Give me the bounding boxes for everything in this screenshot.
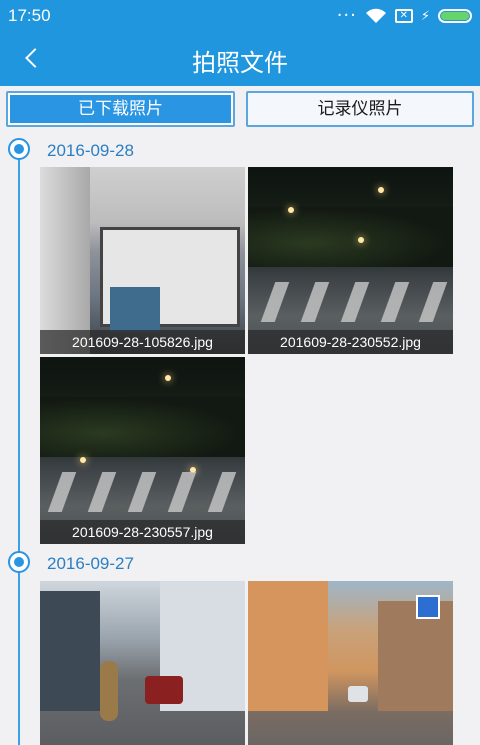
group-date: 2016-09-28: [47, 141, 134, 160]
photo-filename: 201609-28-105826.jpg: [40, 330, 245, 354]
photo-content: [165, 375, 171, 381]
charging-icon: ⚡: [420, 8, 430, 24]
photo-content: [40, 397, 245, 457]
photo-content: [248, 207, 453, 267]
dots-icon: ···: [336, 5, 357, 26]
photo-content: [380, 282, 410, 322]
timeline-marker-icon: [8, 551, 30, 573]
photo-content: [300, 282, 330, 322]
tab-recorder-photos[interactable]: 记录仪照片: [246, 91, 474, 127]
photo-content: [358, 237, 364, 243]
photo-content: [145, 676, 183, 704]
crosswalk-sign-icon: [416, 595, 440, 619]
title-bar: 拍照文件: [0, 32, 480, 86]
sim-icon: ✕: [394, 9, 413, 23]
photo-content: [100, 661, 118, 721]
photo-content: [167, 472, 197, 512]
photo-thumbnail[interactable]: 201609-28-230557.jpg: [40, 357, 245, 544]
photo-content: [340, 282, 370, 322]
tab-downloaded-photos[interactable]: 已下载照片: [6, 91, 235, 127]
photo-thumbnail[interactable]: 201609-28-105826.jpg: [40, 167, 245, 354]
photo-content: [127, 472, 157, 512]
photo-content: [288, 207, 294, 213]
timeline-marker-icon: [8, 138, 30, 160]
photo-content: [248, 581, 328, 711]
photo-content: [260, 282, 290, 322]
photo-content: [47, 472, 77, 512]
page-title: 拍照文件: [192, 49, 288, 77]
photo-content: [80, 457, 86, 463]
status-icons: ··· ✕ ⚡: [336, 5, 472, 26]
photo-filename: 201609-28-230557.jpg: [40, 520, 245, 544]
photo-thumbnail[interactable]: 201609-28-230552.jpg: [248, 167, 453, 354]
timeline-line: [18, 150, 20, 745]
photo-content: [378, 187, 384, 193]
photo-content: [87, 472, 117, 512]
battery-icon: [438, 9, 472, 23]
photo-content: [110, 287, 160, 332]
photo-content: [40, 167, 90, 354]
status-time: 17:50: [8, 6, 51, 25]
photo-content: [207, 472, 237, 512]
group-date: 2016-09-27: [47, 554, 134, 573]
photo-thumbnail[interactable]: [248, 581, 453, 745]
photo-content: [418, 282, 448, 322]
photo-thumbnail[interactable]: [40, 581, 245, 745]
status-bar: 17:50 ··· ✕ ⚡: [0, 0, 480, 32]
wifi-icon: [365, 8, 386, 23]
photo-content: [348, 686, 368, 702]
photo-filename: 201609-28-230552.jpg: [248, 330, 453, 354]
photo-content: [40, 591, 100, 711]
tab-bar: 已下载照片 记录仪照片: [6, 91, 474, 127]
